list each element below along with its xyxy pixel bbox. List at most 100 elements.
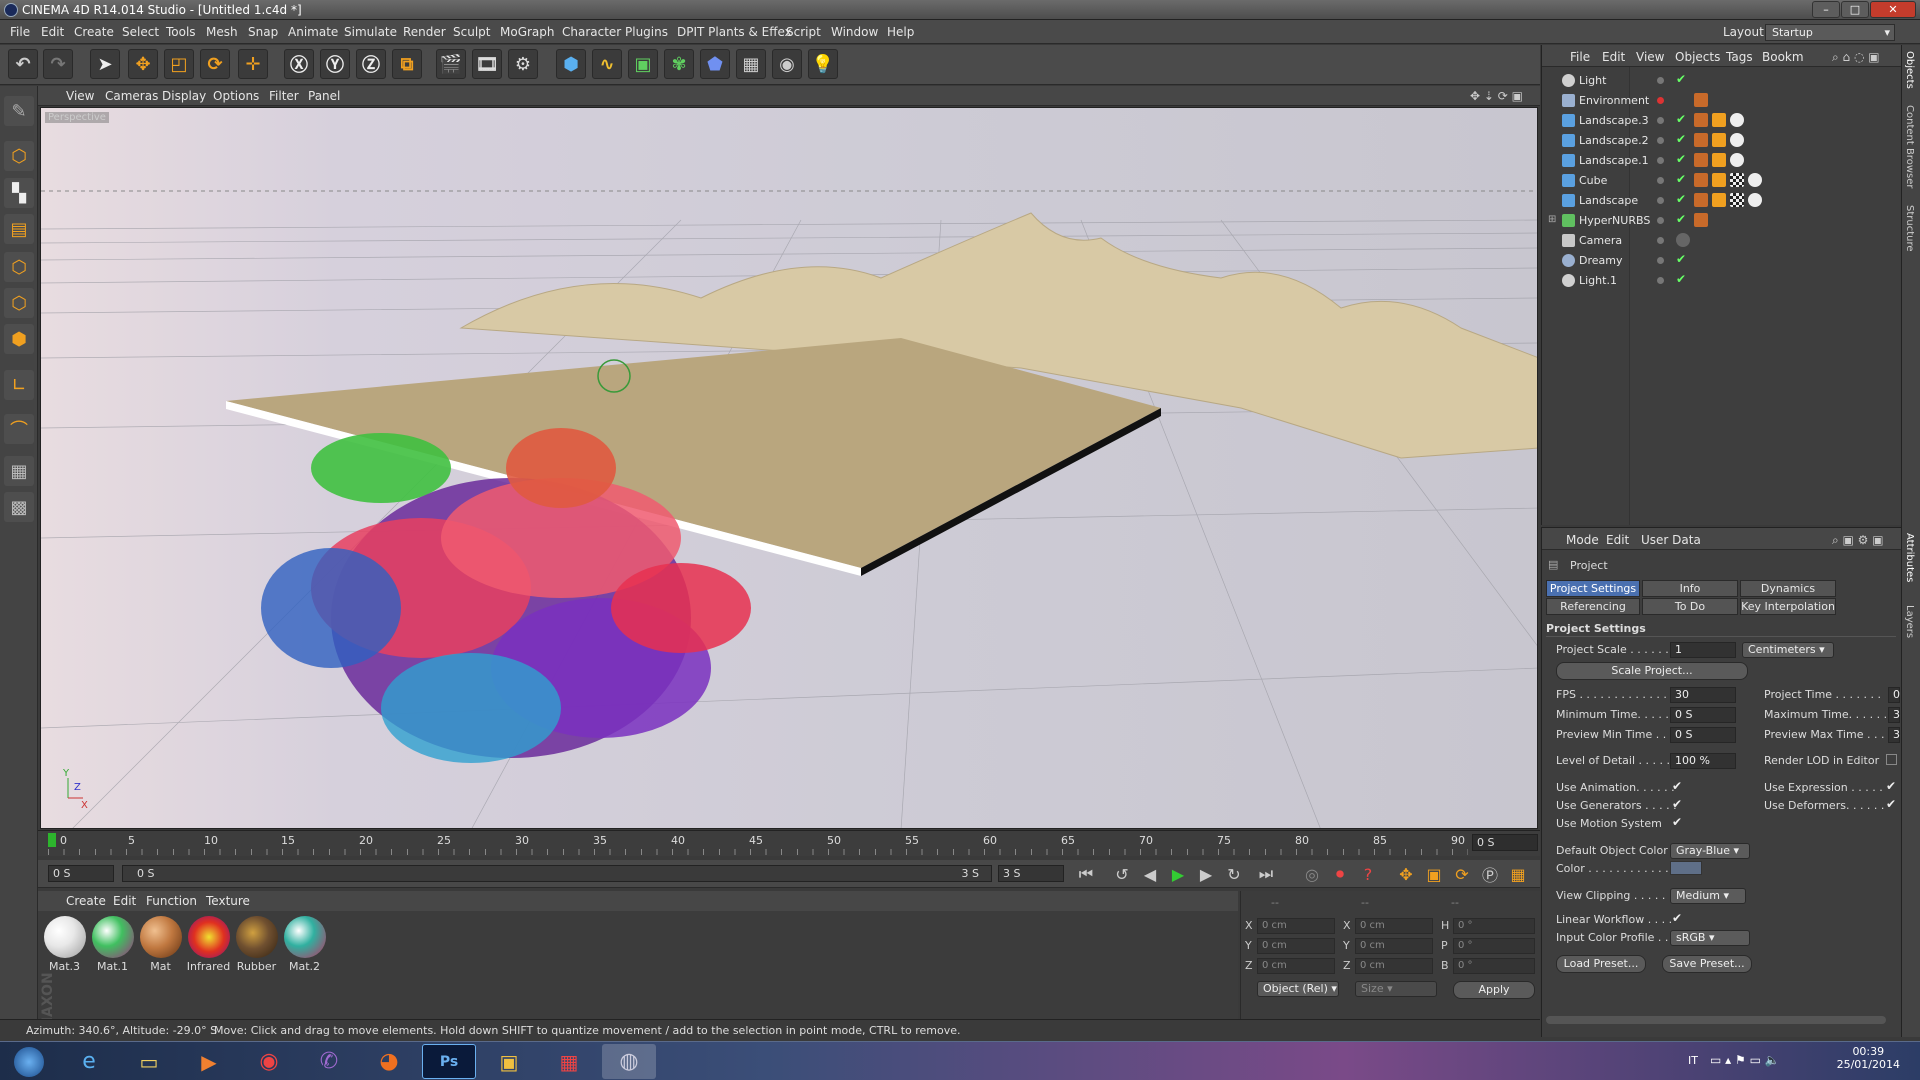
material-tag-icon[interactable] <box>1730 113 1744 127</box>
texture-tag-icon[interactable] <box>1694 173 1708 187</box>
viewport-menu-view[interactable]: View <box>66 89 94 103</box>
axis-mode-icon[interactable]: ∟ <box>4 370 34 400</box>
previous-frame-icon[interactable]: ◀ <box>1138 863 1162 885</box>
start-time-field[interactable]: 0 S <box>48 865 114 882</box>
chrome-icon[interactable]: ◉ <box>242 1044 296 1079</box>
edges-mode-icon[interactable]: ⬡ <box>4 288 34 318</box>
nurbs-icon[interactable]: ▣ <box>628 49 658 79</box>
keyframe-selection-icon[interactable]: ? <box>1356 863 1380 885</box>
texture-tag-icon[interactable] <box>1694 113 1708 127</box>
start-button[interactable] <box>2 1044 56 1079</box>
object-row[interactable]: Landscape.2 ✔ <box>1542 131 1902 151</box>
coordinate-mode-dropdown[interactable]: Object (Rel) ▾ <box>1257 981 1339 997</box>
visibility-dot[interactable] <box>1657 197 1664 204</box>
menu-script[interactable]: Script <box>786 25 821 39</box>
view-clipping-dropdown[interactable]: Medium ▾ <box>1670 888 1746 904</box>
object-row[interactable]: ⊞ HyperNURBS ✔ <box>1542 211 1902 231</box>
move-tool-icon[interactable]: ✥ <box>128 49 158 79</box>
object-row[interactable]: Cube ✔ <box>1542 171 1902 191</box>
apply-button[interactable]: Apply <box>1453 981 1535 999</box>
texture-tag-icon[interactable] <box>1694 153 1708 167</box>
side-tab-objects[interactable]: Objects <box>1904 51 1915 89</box>
menu-snap[interactable]: Snap <box>248 25 278 39</box>
visibility-dot[interactable] <box>1657 157 1664 164</box>
checker-material-tag-icon[interactable] <box>1730 193 1744 207</box>
scale-project-button[interactable]: Scale Project... <box>1556 662 1748 680</box>
menu-character[interactable]: Character <box>562 25 621 39</box>
visibility-dot[interactable] <box>1657 277 1664 284</box>
attr-menu-user-data[interactable]: User Data <box>1641 533 1701 547</box>
menu-edit[interactable]: Edit <box>41 25 64 39</box>
workplane-mode-icon[interactable]: ▤ <box>4 214 34 244</box>
size-z-field[interactable]: 0 cm <box>1355 958 1433 974</box>
object-menu-bookmarks[interactable]: Bookm <box>1762 50 1804 64</box>
viewport-menu-cameras[interactable]: Cameras <box>105 89 158 103</box>
menu-help[interactable]: Help <box>887 25 914 39</box>
phong-tag-icon[interactable] <box>1712 113 1726 127</box>
redo-icon[interactable]: ↷ <box>43 49 73 79</box>
save-preset-button[interactable]: Save Preset... <box>1662 955 1752 973</box>
enabled-check[interactable]: ✔ <box>1676 192 1686 206</box>
search-icon[interactable]: ⌕ ⌂ ◌ ▣ <box>1832 50 1880 65</box>
preview-range-slider[interactable]: 0 S 3 S <box>122 865 992 882</box>
explorer-window-icon[interactable]: ▣ <box>482 1044 536 1079</box>
object-menu-edit[interactable]: Edit <box>1602 50 1625 64</box>
apps-grid-icon[interactable]: ▦ <box>542 1044 596 1079</box>
snapping-icon[interactable]: ⌒ <box>4 414 34 444</box>
render-view-icon[interactable]: 🎬 <box>436 49 466 79</box>
object-menu-tags[interactable]: Tags <box>1726 50 1753 64</box>
visibility-dot[interactable] <box>1657 237 1664 244</box>
side-tab-layers[interactable]: Layers <box>1904 605 1915 638</box>
color-swatch[interactable] <box>1670 861 1702 875</box>
select-arrow-icon[interactable]: ➤ <box>90 49 120 79</box>
menu-plugins[interactable]: Plugins <box>625 25 668 39</box>
project-scale-field[interactable]: 1 <box>1670 642 1736 658</box>
material-tag-icon[interactable] <box>1730 153 1744 167</box>
texture-tag-icon[interactable] <box>1694 193 1708 207</box>
tab-key-interpolation[interactable]: Key Interpolation <box>1740 598 1836 615</box>
object-menu-file[interactable]: File <box>1570 50 1590 64</box>
coordinate-system-icon[interactable]: ⧉ <box>392 49 422 79</box>
3d-viewport[interactable]: Z X Y Perspective <box>40 107 1538 829</box>
texture-tag-icon[interactable] <box>1694 213 1708 227</box>
phong-tag-icon[interactable] <box>1712 153 1726 167</box>
position-y-field[interactable]: 0 cm <box>1257 938 1335 954</box>
max-time-field[interactable]: 3 <box>1888 707 1900 723</box>
render-picture-viewer-icon[interactable]: 🎞 <box>472 49 502 79</box>
use-expression-checkbox[interactable]: ✔ <box>1886 779 1896 793</box>
menu-sculpt[interactable]: Sculpt <box>453 25 490 39</box>
key-pla-icon[interactable]: ▦ <box>1506 863 1530 885</box>
preview-min-field[interactable]: 0 S <box>1670 727 1736 743</box>
project-time-field[interactable]: 0 <box>1888 687 1900 703</box>
cinema4d-task-icon[interactable]: ◍ <box>602 1044 656 1079</box>
use-generators-checkbox[interactable]: ✔ <box>1672 797 1682 811</box>
rotation-p-field[interactable]: 0 ° <box>1453 938 1535 954</box>
menu-create[interactable]: Create <box>74 25 114 39</box>
material-item[interactable]: Mat.1 <box>90 916 135 973</box>
menu-mesh[interactable]: Mesh <box>206 25 238 39</box>
rotate-tool-icon[interactable]: ⟳ <box>200 49 230 79</box>
object-menu-view[interactable]: View <box>1636 50 1664 64</box>
object-row[interactable]: Landscape.1 ✔ <box>1542 151 1902 171</box>
default-object-color-dropdown[interactable]: Gray-Blue ▾ <box>1670 843 1750 859</box>
enabled-check[interactable]: ✔ <box>1676 152 1686 166</box>
size-y-field[interactable]: 0 cm <box>1355 938 1433 954</box>
playhead[interactable] <box>48 833 56 847</box>
enabled-check[interactable]: ✔ <box>1676 212 1686 226</box>
object-row[interactable]: Light.1 ✔ <box>1542 271 1902 291</box>
phong-tag-icon[interactable] <box>1712 173 1726 187</box>
tray-icons[interactable]: ▭ ▴ ⚑ ▭ 🔈 <box>1710 1053 1780 1067</box>
scale-unit-dropdown[interactable]: Centimeters ▾ <box>1742 642 1834 658</box>
texture-tag-icon[interactable] <box>1694 133 1708 147</box>
position-x-field[interactable]: 0 cm <box>1257 918 1335 934</box>
media-player-icon[interactable]: ▶ <box>182 1044 236 1079</box>
file-explorer-icon[interactable]: ▭ <box>122 1044 176 1079</box>
viewport-menu-panel[interactable]: Panel <box>308 89 340 103</box>
layout-dropdown[interactable]: Startup ▾ <box>1765 24 1895 41</box>
polygons-mode-icon[interactable]: ⬢ <box>4 324 34 354</box>
x-axis-lock-icon[interactable]: Ⓧ <box>284 49 314 79</box>
deformer-icon[interactable]: ⬟ <box>700 49 730 79</box>
firefox-icon[interactable]: ◕ <box>362 1044 416 1079</box>
object-row[interactable]: Environment <box>1542 91 1902 111</box>
go-to-end-icon[interactable]: ⏭ <box>1254 863 1278 885</box>
